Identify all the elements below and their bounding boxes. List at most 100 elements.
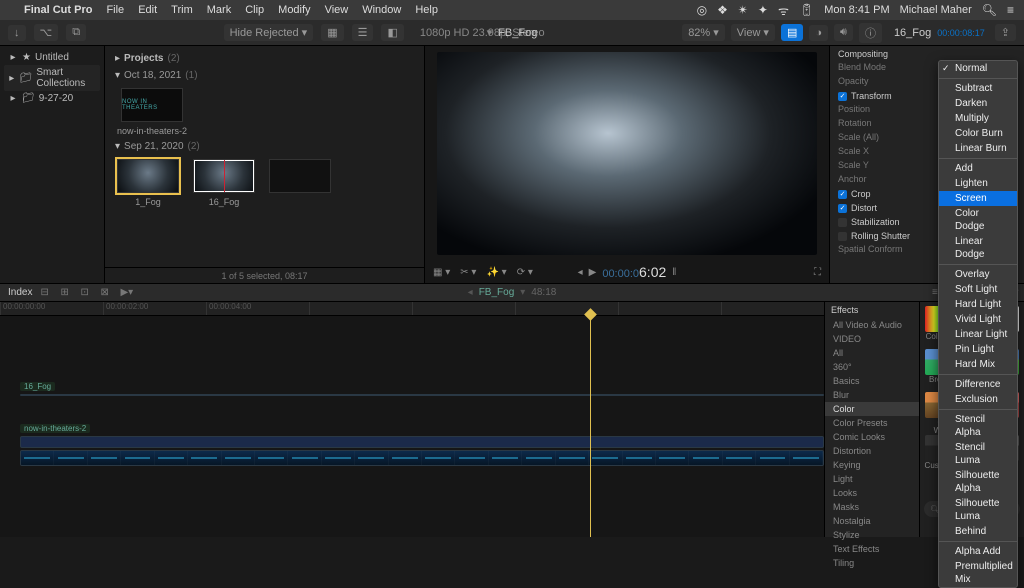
dd-normal[interactable]: Normal: [939, 61, 1017, 76]
fx-cat-nostalgia[interactable]: Nostalgia: [825, 514, 919, 528]
dd-add[interactable]: Add: [939, 161, 1017, 176]
clip-appearance-button[interactable]: ▦: [321, 24, 343, 41]
date-header-2[interactable]: ▾Sep 21, 2020(2): [113, 138, 416, 155]
fx-cat-all[interactable]: All: [825, 346, 919, 360]
dd-screen[interactable]: Screen: [939, 191, 1017, 206]
app-name[interactable]: Final Cut Pro: [24, 4, 92, 16]
menu-mark[interactable]: Mark: [207, 4, 231, 16]
dd-pin-light[interactable]: Pin Light: [939, 342, 1017, 357]
dd-hard-light[interactable]: Hard Light: [939, 297, 1017, 312]
fx-cat-looks[interactable]: Looks: [825, 486, 919, 500]
dd-hard-mix[interactable]: Hard Mix: [939, 357, 1017, 372]
dd-difference[interactable]: Difference: [939, 377, 1017, 392]
play-next[interactable]: ‖: [672, 267, 676, 278]
timecode[interactable]: 00:00:06:02: [602, 264, 666, 280]
fullscreen-button[interactable]: ⛶: [814, 267, 821, 278]
fx-cat-all-video-audio[interactable]: All Video & Audio: [825, 318, 919, 332]
dd-linear-dodge[interactable]: Linear Dodge: [939, 234, 1017, 262]
playhead[interactable]: [590, 316, 591, 537]
fx-cat-blur[interactable]: Blur: [825, 388, 919, 402]
filter-button[interactable]: ◧: [381, 24, 403, 41]
keyword-button[interactable]: ⌥: [34, 24, 59, 41]
fx-cat-masks[interactable]: Masks: [825, 500, 919, 514]
dd-stencil-luma[interactable]: Stencil Luma: [939, 440, 1017, 468]
fx-cat-light[interactable]: Light: [825, 472, 919, 486]
dd-multiply[interactable]: Multiply: [939, 111, 1017, 126]
dd-darken[interactable]: Darken: [939, 96, 1017, 111]
video-track-1[interactable]: now-in-theaters-2: [20, 436, 824, 466]
dd-color-dodge[interactable]: Color Dodge: [939, 206, 1017, 234]
search-icon[interactable]: 🔍︎: [982, 3, 997, 17]
clip-nit[interactable]: NOW IN THEATERSnow-in-theaters-2: [117, 88, 187, 136]
insert-button[interactable]: ⊞: [60, 287, 72, 299]
library-item[interactable]: ▸★Untitled: [4, 50, 100, 65]
transform-tool[interactable]: ✂ ▾: [460, 267, 476, 278]
insp-compositing[interactable]: Compositing: [830, 46, 1024, 60]
append-button[interactable]: ⊡: [80, 287, 92, 299]
dd-vivid-light[interactable]: Vivid Light: [939, 312, 1017, 327]
siri-icon[interactable]: ≡: [1007, 3, 1014, 17]
fx-cat-keying[interactable]: Keying: [825, 458, 919, 472]
fx-cat-stylize[interactable]: Stylize: [825, 528, 919, 542]
timeline[interactable]: 00:00:00:00 00:00:02:00 00:00:04:00 16_F…: [0, 302, 824, 537]
connect-clip-button[interactable]: ⊟: [40, 287, 52, 299]
dd-lighten[interactable]: Lighten: [939, 176, 1017, 191]
clip-blank[interactable]: [269, 159, 331, 207]
fx-cat-text-effects[interactable]: Text Effects: [825, 542, 919, 556]
dd-linear-burn[interactable]: Linear Burn: [939, 141, 1017, 156]
dd-silhouette-luma[interactable]: Silhouette Luma: [939, 496, 1017, 524]
fx-cat-color-presets[interactable]: Color Presets: [825, 416, 919, 430]
sidebar-item-event[interactable]: ▸📁︎9-27-20: [4, 91, 100, 106]
wifi-icon[interactable]: ᯤ: [778, 2, 789, 19]
retime-tool[interactable]: ⟳ ▾: [517, 267, 533, 278]
menu-trim[interactable]: Trim: [171, 4, 193, 16]
fx-cat-video[interactable]: VIDEO: [825, 332, 919, 346]
fx-cat-comic-looks[interactable]: Comic Looks: [825, 430, 919, 444]
inspector-info-tab[interactable]: ⓘ: [859, 23, 882, 43]
zoom-dropdown[interactable]: 82% ▾: [682, 24, 725, 41]
dd-stencil-alpha[interactable]: Stencil Alpha: [939, 412, 1017, 440]
fx-cat-color[interactable]: Color: [825, 402, 919, 416]
tools-dropdown[interactable]: ▶▾: [120, 287, 132, 299]
inspector-audio-tab[interactable]: 🔊︎: [834, 24, 853, 41]
overwrite-button[interactable]: ⊠: [100, 287, 112, 299]
share-button[interactable]: ⇪: [995, 24, 1016, 41]
dd-exclusion[interactable]: Exclusion: [939, 392, 1017, 407]
play-prev[interactable]: ◂: [578, 267, 583, 278]
import-button[interactable]: ↓: [8, 25, 26, 41]
fx-cat-tiling[interactable]: Tiling: [825, 556, 919, 570]
dd-overlay[interactable]: Overlay: [939, 267, 1017, 282]
fx-cat-basics[interactable]: Basics: [825, 374, 919, 388]
video-track-2[interactable]: 16_Fog: [20, 394, 824, 432]
menu-user[interactable]: Michael Maher: [900, 4, 972, 16]
viewer-canvas[interactable]: [437, 52, 817, 254]
date-header-1[interactable]: ▾Oct 18, 2021(1): [113, 67, 416, 84]
menu-file[interactable]: File: [106, 4, 124, 16]
clip-1fog[interactable]: 1_Fog: [117, 159, 179, 207]
battery-icon[interactable]: 🔋︎: [799, 3, 814, 17]
menu-clock[interactable]: Mon 8:41 PM: [824, 4, 889, 16]
menu-window[interactable]: Window: [362, 4, 401, 16]
dd-premultiplied-mix[interactable]: Premultiplied Mix: [939, 559, 1017, 587]
menu-help[interactable]: Help: [415, 4, 438, 16]
clip-16fog[interactable]: 16_Fog: [193, 159, 255, 207]
enhance-tool[interactable]: ✨ ▾: [486, 267, 506, 278]
index-button[interactable]: Index: [8, 287, 32, 298]
fx-cat-360-[interactable]: 360°: [825, 360, 919, 374]
list-view-button[interactable]: ☰: [352, 24, 374, 41]
bg-tasks-button[interactable]: ⧉: [66, 24, 86, 41]
inspector-color-tab[interactable]: ◑: [809, 25, 828, 41]
menu-edit[interactable]: Edit: [138, 4, 157, 16]
hide-rejected-dropdown[interactable]: Hide Rejected ▾: [224, 24, 314, 41]
sidebar-item-smart[interactable]: ▸📁︎Smart Collections: [4, 65, 100, 91]
blend-mode-menu[interactable]: Normal SubtractDarkenMultiplyColor BurnL…: [938, 60, 1018, 588]
dd-linear-light[interactable]: Linear Light: [939, 327, 1017, 342]
view-dropdown[interactable]: View ▾: [731, 24, 775, 41]
menu-clip[interactable]: Clip: [245, 4, 264, 16]
menu-view[interactable]: View: [325, 4, 349, 16]
dd-color-burn[interactable]: Color Burn: [939, 126, 1017, 141]
inspector-video-tab[interactable]: ▤: [781, 24, 803, 41]
dd-silhouette-alpha[interactable]: Silhouette Alpha: [939, 468, 1017, 496]
menu-modify[interactable]: Modify: [278, 4, 310, 16]
dd-soft-light[interactable]: Soft Light: [939, 282, 1017, 297]
